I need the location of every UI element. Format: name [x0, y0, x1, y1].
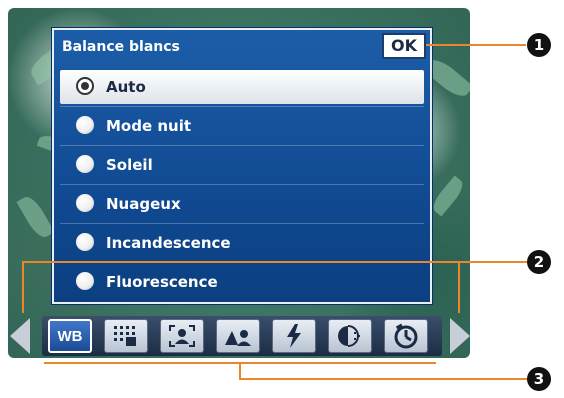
- callout-marker-3: 3: [527, 367, 551, 391]
- function-toolbar: WB: [42, 316, 442, 356]
- option-label: Auto: [106, 78, 146, 96]
- portrait-focus-icon: [169, 325, 195, 347]
- scroll-right-arrow-icon[interactable]: [450, 318, 470, 354]
- menu-header: Balance blancs OK: [54, 30, 430, 64]
- option-soleil[interactable]: Soleil: [60, 148, 424, 182]
- self-timer-button[interactable]: [384, 319, 428, 353]
- callout-marker-2: 2: [527, 250, 551, 274]
- portrait-focus-button[interactable]: [160, 319, 204, 353]
- callout-line-1: [426, 44, 526, 46]
- radio-icon: [76, 272, 94, 290]
- metering-grid-icon: [114, 326, 136, 346]
- callout-marker-1: 1: [527, 33, 551, 57]
- divider: [60, 223, 424, 224]
- foliage-decor: [429, 175, 467, 217]
- divider: [60, 145, 424, 146]
- callout-line-2-right: [458, 261, 460, 313]
- option-fluorescence[interactable]: Fluorescence: [60, 265, 424, 299]
- option-label: Incandescence: [106, 234, 231, 252]
- option-label: Soleil: [106, 156, 153, 174]
- radio-icon: [76, 194, 94, 212]
- white-balance-label: WB: [57, 327, 83, 345]
- radio-selected-icon: [76, 77, 94, 95]
- flash-button[interactable]: [272, 319, 316, 353]
- scene-mode-icon: [225, 330, 251, 346]
- white-balance-button[interactable]: WB: [48, 319, 92, 353]
- option-mode-nuit[interactable]: Mode nuit: [60, 109, 424, 143]
- foliage-decor: [16, 193, 55, 241]
- divider: [60, 106, 424, 107]
- self-timer-icon: [394, 323, 418, 349]
- option-label: Mode nuit: [106, 117, 192, 135]
- callout-line-2-left: [22, 261, 24, 313]
- divider: [60, 184, 424, 185]
- exposure-compensation-icon: [338, 325, 360, 347]
- callout-line-2: [22, 261, 527, 263]
- radio-icon: [76, 155, 94, 173]
- radio-icon: [76, 116, 94, 134]
- option-nuageux[interactable]: Nuageux: [60, 187, 424, 221]
- exposure-compensation-button[interactable]: [328, 319, 372, 353]
- option-label: Fluorescence: [106, 273, 218, 291]
- option-incandescence[interactable]: Incandescence: [60, 226, 424, 260]
- scroll-left-arrow-icon[interactable]: [10, 318, 30, 354]
- flash-icon: [287, 324, 301, 348]
- scene-mode-button[interactable]: [216, 319, 260, 353]
- radio-icon: [76, 233, 94, 251]
- menu-title: Balance blancs: [62, 39, 180, 55]
- ok-button[interactable]: OK: [382, 33, 426, 59]
- metering-grid-button[interactable]: [104, 319, 148, 353]
- option-auto[interactable]: Auto: [60, 70, 424, 104]
- option-label: Nuageux: [106, 195, 181, 213]
- callout-line-3: [239, 378, 527, 380]
